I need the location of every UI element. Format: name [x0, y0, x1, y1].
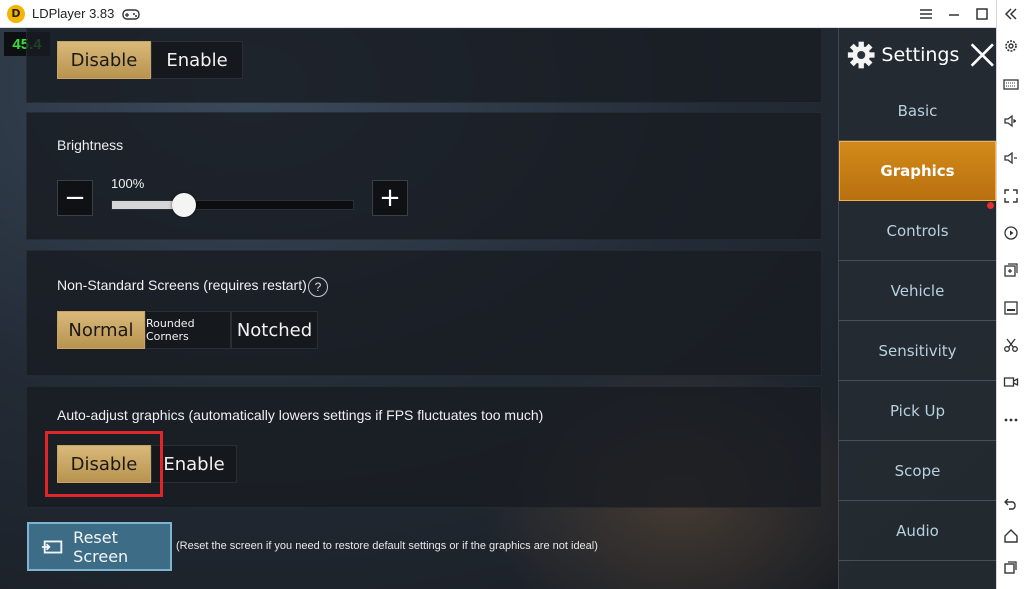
menu-icon[interactable]	[912, 0, 940, 28]
ldplayer-logo-icon: D	[7, 4, 25, 23]
top-enable-button[interactable]: Enable	[151, 41, 243, 79]
back-icon[interactable]	[1001, 493, 1021, 513]
screens-option-group: Normal Rounded Corners Notched	[57, 311, 318, 349]
top-toggle-panel: Disable Enable	[26, 28, 822, 103]
menu-item-vehicle[interactable]: Vehicle	[839, 261, 996, 321]
menu-item-controls[interactable]: Controls	[839, 201, 996, 261]
normal-screen-button[interactable]: Normal	[57, 311, 145, 349]
screens-panel: Non-Standard Screens (requires restart) …	[26, 250, 822, 376]
top-toggle-group: Disable Enable	[57, 41, 243, 79]
play-record-icon[interactable]	[1001, 223, 1021, 243]
notched-screen-button[interactable]: Notched	[231, 311, 318, 349]
menu-item-sensitivity[interactable]: Sensitivity	[839, 321, 996, 381]
settings-gear-icon	[847, 41, 875, 68]
settings-title: Settings	[881, 43, 960, 66]
top-disable-button[interactable]: Disable	[57, 41, 151, 79]
minimize-icon[interactable]	[940, 0, 968, 28]
brightness-label: Brightness	[57, 137, 124, 153]
collapse-toolbar-icon[interactable]	[1001, 4, 1021, 24]
window-title: LDPlayer 3.83	[32, 6, 115, 21]
volume-down-icon[interactable]	[1001, 148, 1021, 168]
brightness-increase-button[interactable]: +	[372, 180, 408, 216]
highlight-annotation	[45, 431, 163, 497]
menu-item-audio[interactable]: Audio	[839, 501, 996, 561]
game-area: 45.4 Disable Enable Brightness − 100% + …	[0, 28, 996, 589]
brightness-slider-handle[interactable]	[172, 193, 196, 217]
reset-screen-note: (Reset the screen if you need to restore…	[176, 540, 598, 552]
rounded-corners-button[interactable]: Rounded Corners	[145, 311, 231, 349]
right-toolbar	[996, 0, 1024, 589]
maximize-icon[interactable]	[968, 0, 996, 28]
scissors-icon[interactable]	[1001, 335, 1021, 355]
brightness-slider-track[interactable]	[111, 200, 354, 210]
menu-item-graphics[interactable]: Graphics	[839, 141, 996, 201]
apk-install-icon[interactable]	[1001, 298, 1021, 318]
title-bar: D LDPlayer 3.83	[0, 0, 1024, 28]
keyboard-icon[interactable]	[1001, 74, 1021, 94]
reset-screen-icon	[41, 540, 63, 553]
video-record-icon[interactable]	[1001, 372, 1021, 392]
auto-adjust-label: Auto-adjust graphics (automatically lowe…	[57, 407, 544, 423]
gamepad-icon[interactable]	[122, 7, 141, 21]
auto-adjust-enable-button[interactable]: Enable	[151, 445, 237, 483]
screens-label: Non-Standard Screens (requires restart)	[57, 277, 307, 293]
notification-dot	[987, 202, 994, 209]
gear-icon[interactable]	[1001, 36, 1021, 56]
more-icon[interactable]	[1001, 410, 1021, 430]
home-icon[interactable]	[1001, 526, 1021, 546]
volume-up-icon[interactable]	[1001, 111, 1021, 131]
reset-screen-label: Reset Screen	[73, 527, 129, 566]
help-icon[interactable]: ?	[308, 277, 328, 297]
menu-item-scope[interactable]: Scope	[839, 441, 996, 501]
brightness-value: 100%	[111, 176, 145, 191]
brightness-panel: Brightness − 100% +	[26, 112, 822, 240]
fullscreen-icon[interactable]	[1001, 186, 1021, 206]
close-settings-icon[interactable]	[969, 40, 996, 70]
settings-menu: Settings Basic Graphics Controls Vehicle…	[838, 28, 996, 589]
menu-item-basic[interactable]: Basic	[839, 81, 996, 141]
settings-header: Settings	[839, 28, 996, 81]
reset-screen-button[interactable]: Reset Screen	[27, 522, 172, 571]
add-window-icon[interactable]	[1001, 260, 1021, 280]
brightness-decrease-button[interactable]: −	[57, 180, 93, 216]
recent-apps-icon[interactable]	[1001, 557, 1021, 577]
menu-item-pick-up[interactable]: Pick Up	[839, 381, 996, 441]
